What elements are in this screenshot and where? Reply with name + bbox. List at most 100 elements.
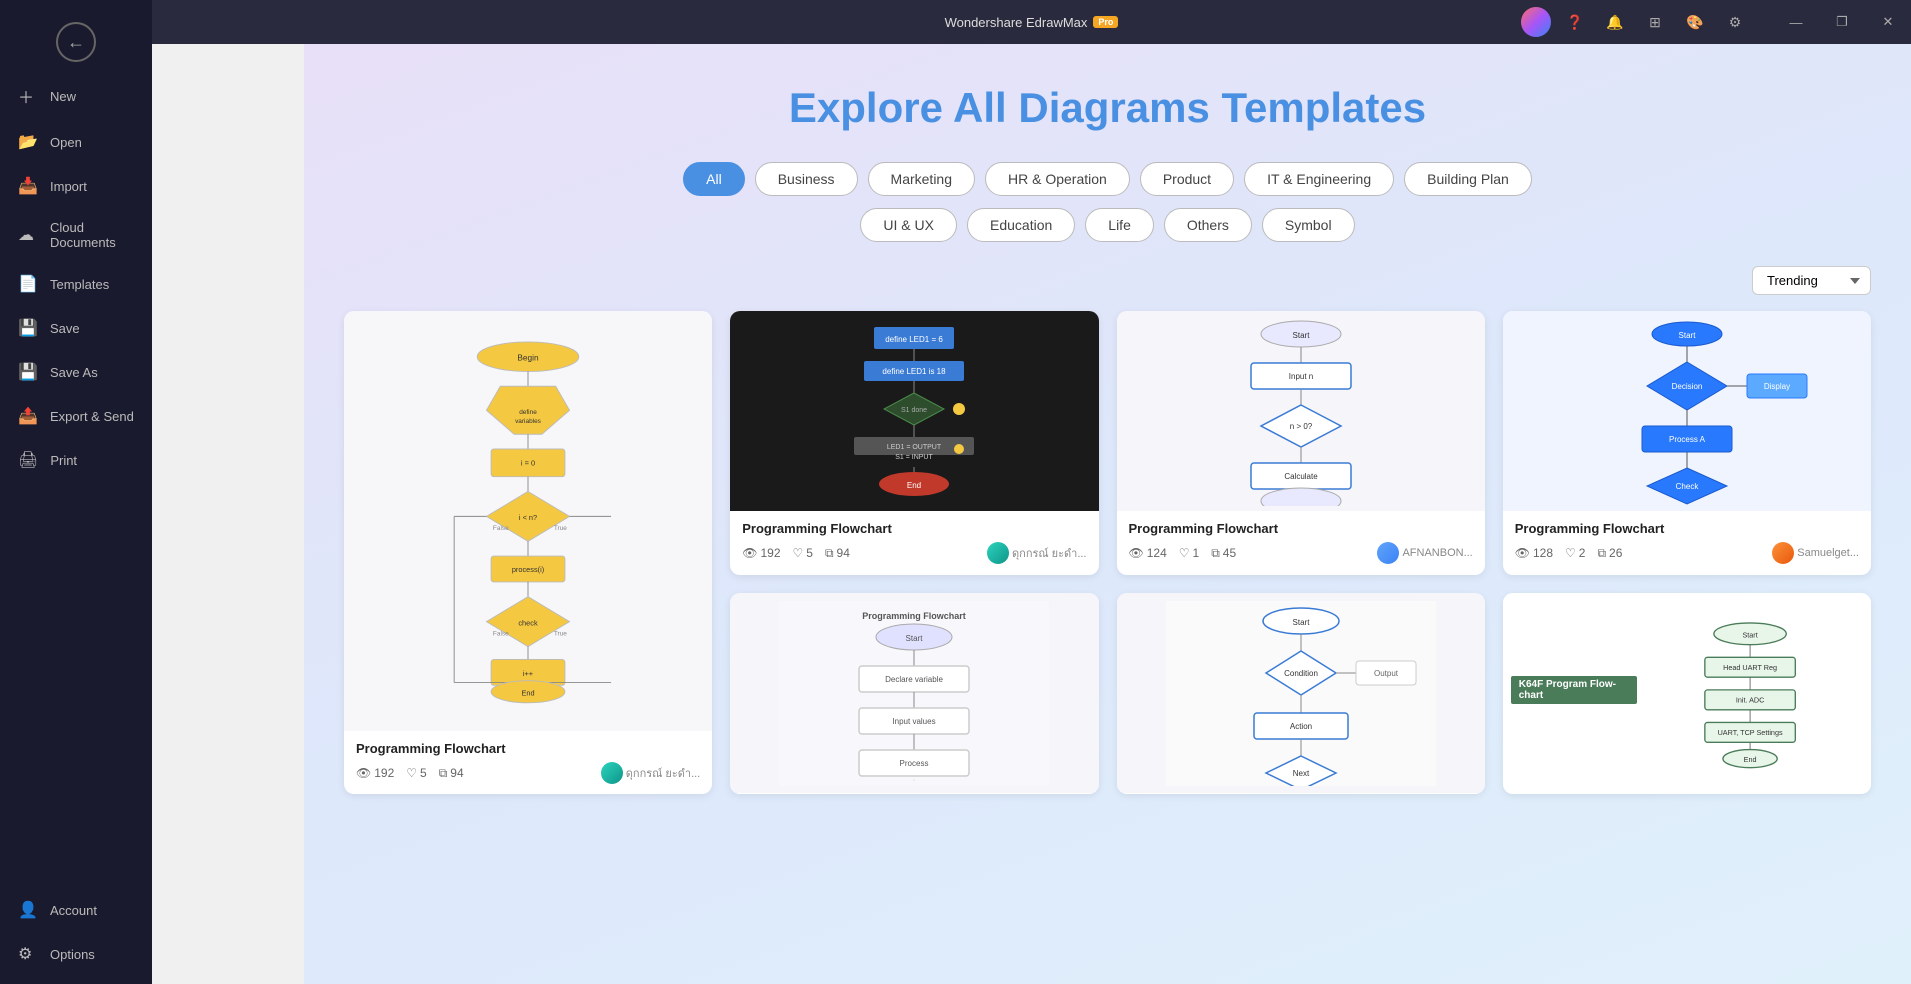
filter-row-1: All Business Marketing HR & Operation Pr… <box>344 162 1871 196</box>
svg-text:variables: variables <box>515 418 541 425</box>
svg-text:Start: Start <box>1292 331 1310 340</box>
card-4-likes: ♡ 2 <box>1565 546 1585 560</box>
svg-text:check: check <box>518 618 538 627</box>
card-1-title: Programming Flowchart <box>356 741 700 756</box>
svg-text:Check: Check <box>1676 482 1700 491</box>
app-title: Wondershare EdrawMax <box>945 15 1088 30</box>
sidebar-item-options[interactable]: ⚙ Options <box>0 932 152 976</box>
filter-all[interactable]: All <box>683 162 745 196</box>
sidebar-item-export[interactable]: 📤 Export & Send <box>0 394 152 438</box>
filter-building[interactable]: Building Plan <box>1404 162 1532 196</box>
maximize-button[interactable]: ❐ <box>1819 0 1865 44</box>
svg-text:process(i): process(i) <box>512 565 544 574</box>
card-3-copies: ⧉ 45 <box>1211 546 1236 561</box>
back-button[interactable]: ← <box>0 8 152 72</box>
svg-text:i++: i++ <box>523 669 533 678</box>
card-3-info: Programming Flowchart 👁 124 ♡ 1 ⧉ 45 AFN… <box>1117 511 1485 574</box>
sidebar-item-saveas[interactable]: 💾 Save As <box>0 350 152 394</box>
card-1-avatar <box>601 762 623 784</box>
svg-text:S1 done: S1 done <box>901 407 927 414</box>
sidebar-item-open[interactable]: 📂 Open <box>0 120 152 164</box>
help-button[interactable]: ❓ <box>1559 6 1591 38</box>
svg-text:Action: Action <box>1290 722 1312 731</box>
svg-text:Programming Flowchart: Programming Flowchart <box>863 611 967 621</box>
card-4[interactable]: Start Decision Process A Display Check P… <box>1503 311 1871 575</box>
svg-text:False: False <box>493 525 509 532</box>
svg-text:i < n?: i < n? <box>519 513 537 522</box>
card-k64f[interactable]: K64F Program Flow-chart Start Head UART … <box>1503 593 1871 794</box>
svg-text:Start: Start <box>906 634 924 643</box>
card-5[interactable]: Programming Flowchart Start Declare vari… <box>730 593 1098 794</box>
card-1-likes: ♡ 5 <box>406 766 426 780</box>
svg-text:i = 0: i = 0 <box>521 459 535 468</box>
filter-life[interactable]: Life <box>1085 208 1154 242</box>
sidebar-item-import[interactable]: 📥 Import <box>0 164 152 208</box>
card-4-avatar <box>1772 542 1794 564</box>
toolbar-right: ❓ 🔔 ⊞ 🎨 ⚙ <box>1521 0 1751 44</box>
filter-symbol[interactable]: Symbol <box>1262 208 1355 242</box>
sidebar-item-templates[interactable]: 📄 Templates <box>0 262 152 306</box>
svg-text:Start: Start <box>1678 331 1696 340</box>
sidebar-item-print[interactable]: 🖨 Print <box>0 438 152 482</box>
card-1-author: ดุกกรณ์ ยะดำ... <box>601 762 700 784</box>
settings-button[interactable]: ⚙ <box>1719 6 1751 38</box>
print-icon: 🖨 <box>18 450 38 470</box>
templates-icon: 📄 <box>18 274 38 294</box>
sidebar-options-label: Options <box>50 947 95 962</box>
filter-ui[interactable]: UI & UX <box>860 208 957 242</box>
sidebar-item-save[interactable]: 💾 Save <box>0 306 152 350</box>
sidebar-item-new[interactable]: ＋ New <box>0 72 152 120</box>
pro-badge: Pro <box>1093 16 1118 28</box>
filter-others[interactable]: Others <box>1164 208 1252 242</box>
sort-select[interactable]: Trending Newest Most Liked Most Viewed <box>1752 266 1871 295</box>
card-2[interactable]: define LED1 = 6 define LED1 is 18 S1 don… <box>730 311 1098 575</box>
svg-text:End: End <box>907 481 921 490</box>
card-1[interactable]: Begin define variables i = 0 i < n? True… <box>344 311 712 794</box>
new-icon: ＋ <box>18 84 38 108</box>
card-4-author: Samuelget... <box>1772 542 1859 564</box>
filter-row-2: UI & UX Education Life Others Symbol <box>344 208 1871 242</box>
notifications-button[interactable]: 🔔 <box>1599 6 1631 38</box>
titlebar: Wondershare EdrawMax Pro ❓ 🔔 ⊞ 🎨 ⚙ — ❐ ✕ <box>152 0 1911 44</box>
export-icon: 📤 <box>18 406 38 426</box>
svg-text:Start: Start <box>1742 630 1757 639</box>
card-1-copies: ⧉ 94 <box>439 766 464 781</box>
card-4-views: 👁 128 <box>1515 546 1553 560</box>
svg-text:define LED1 is 18: define LED1 is 18 <box>883 367 947 376</box>
import-icon: 📥 <box>18 176 38 196</box>
svg-text:UART, TCP Settings: UART, TCP Settings <box>1717 728 1782 737</box>
palette-button[interactable]: 🎨 <box>1679 6 1711 38</box>
close-button[interactable]: ✕ <box>1865 0 1911 44</box>
card-6[interactable]: Start Condition Action Next Output <box>1117 593 1485 794</box>
filter-hr[interactable]: HR & Operation <box>985 162 1130 196</box>
apps-button[interactable]: ⊞ <box>1639 6 1671 38</box>
filter-marketing[interactable]: Marketing <box>868 162 975 196</box>
sidebar-item-cloud[interactable]: ☁ Cloud Documents <box>0 208 152 262</box>
card-3-views: 👁 124 <box>1129 546 1167 560</box>
card-1-info: Programming Flowchart 👁 192 ♡ 5 ⧉ 94 ดุก… <box>344 731 712 794</box>
card-2-views: 👁 192 <box>742 546 780 560</box>
sidebar-print-label: Print <box>50 453 77 468</box>
minimize-button[interactable]: — <box>1773 0 1819 44</box>
filter-business[interactable]: Business <box>755 162 858 196</box>
svg-text:define: define <box>519 409 537 416</box>
sidebar: ← ＋ New 📂 Open 📥 Import ☁ Cloud Document… <box>0 0 152 984</box>
user-avatar[interactable] <box>1521 7 1551 37</box>
card-3[interactable]: Start Input n n > 0? Calculate Programmi… <box>1117 311 1485 575</box>
filter-it[interactable]: IT & Engineering <box>1244 162 1394 196</box>
svg-text:Input values: Input values <box>893 717 936 726</box>
svg-text:Init. ADC: Init. ADC <box>1736 695 1764 704</box>
options-icon: ⚙ <box>18 944 38 964</box>
filter-education[interactable]: Education <box>967 208 1075 242</box>
card-2-likes: ♡ 5 <box>793 546 813 560</box>
filter-product[interactable]: Product <box>1140 162 1234 196</box>
svg-text:False: False <box>493 630 509 637</box>
sidebar-item-account[interactable]: 👤 Account <box>0 888 152 932</box>
saveas-icon: 💾 <box>18 362 38 382</box>
card-3-author: AFNANBON... <box>1377 542 1472 564</box>
sort-row: Trending Newest Most Liked Most Viewed <box>344 266 1871 295</box>
svg-text:Process: Process <box>900 759 929 768</box>
explore-header: Explore All Diagrams Templates <box>344 84 1871 132</box>
svg-text:Head UART Reg: Head UART Reg <box>1723 662 1777 671</box>
card-3-title: Programming Flowchart <box>1129 521 1473 536</box>
